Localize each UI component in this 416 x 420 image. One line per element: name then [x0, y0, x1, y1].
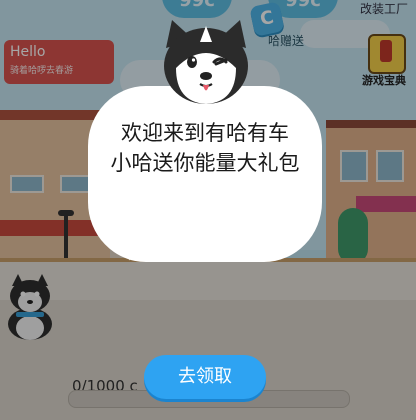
welcome-message: 欢迎来到有哈有车 小哈送你能量大礼包 [88, 118, 322, 178]
welcome-line-1: 欢迎来到有哈有车 [121, 121, 289, 145]
welcome-line-2: 小哈送你能量大礼包 [110, 151, 300, 175]
husky-face-icon [164, 20, 248, 104]
claim-button[interactable]: 去领取 [144, 355, 266, 399]
